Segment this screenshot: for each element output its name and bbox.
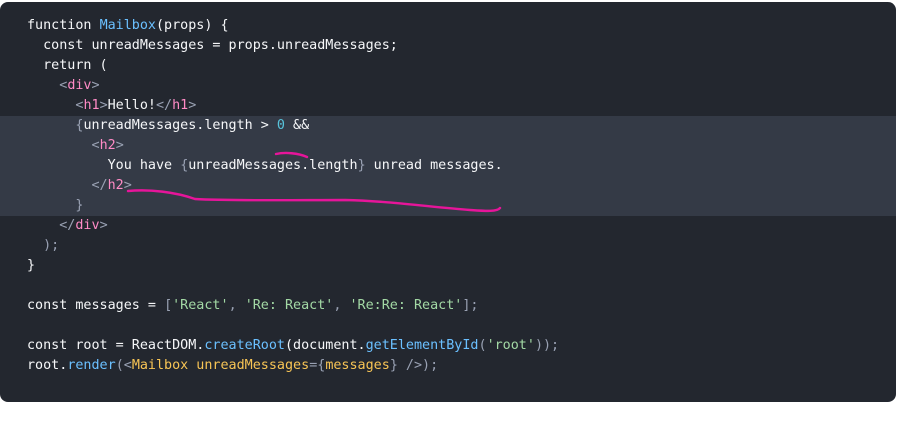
code-token: unreadMessages — [188, 358, 310, 373]
code-token: </ — [156, 98, 173, 113]
code-token: return ( — [27, 58, 108, 73]
highlighted-code-line: {unreadMessages.length > 0 && — [0, 116, 896, 136]
code-token: Hello! — [107, 98, 156, 113]
code-token: , — [228, 298, 245, 313]
code-token: ); — [27, 238, 60, 253]
code-block: function Mailbox(props) { const unreadMe… — [0, 16, 896, 376]
code-token: [ — [164, 298, 173, 313]
code-token: } — [27, 258, 36, 273]
code-line: ); — [0, 236, 896, 256]
code-token: const messages = — [27, 298, 165, 313]
code-line: } — [0, 256, 896, 276]
code-token: } — [27, 198, 84, 213]
code-token: < — [27, 78, 68, 93]
code-token: > — [123, 178, 132, 193]
code-token: )); — [534, 338, 560, 353]
code-token: messages — [325, 358, 390, 373]
code-token: > — [188, 98, 197, 113]
code-line: function Mailbox(props) { — [0, 16, 896, 36]
code-token: 'Re:Re: React' — [349, 298, 463, 313]
code-token: (document. — [285, 338, 366, 353]
highlighted-code-line: </h2> — [0, 176, 896, 196]
code-token: && — [284, 118, 310, 133]
code-token: , — [333, 298, 350, 313]
code-token: unreadMessages.length — [188, 158, 358, 173]
code-token: 'root' — [486, 338, 535, 353]
code-token: ={ — [309, 358, 326, 373]
code-token: Mailbox — [99, 18, 156, 33]
code-token: getElementById — [365, 338, 479, 353]
code-line: return ( — [0, 56, 896, 76]
code-token: createRoot — [204, 338, 285, 353]
code-token: < — [27, 98, 84, 113]
code-panel: function Mailbox(props) { const unreadMe… — [0, 2, 896, 402]
code-token: h2 — [99, 138, 116, 153]
code-token: 0 — [276, 118, 285, 133]
code-token: </ — [27, 178, 108, 193]
code-token: You have — [27, 158, 181, 173]
code-token: } — [357, 158, 366, 173]
code-token: } />); — [389, 358, 439, 373]
code-token: ]; — [462, 298, 479, 313]
code-line: const unreadMessages = props.unreadMessa… — [0, 36, 896, 56]
code-line: <div> — [0, 76, 896, 96]
code-token: h2 — [107, 178, 124, 193]
code-token: > — [99, 98, 108, 113]
code-token: unread messages. — [365, 158, 503, 173]
code-token: h1 — [172, 98, 189, 113]
code-token: < — [27, 138, 100, 153]
highlighted-code-line: } — [0, 196, 896, 216]
code-token: const root = ReactDOM. — [27, 338, 205, 353]
highlighted-code-line: You have {unreadMessages.length} unread … — [0, 156, 896, 176]
code-token: > — [115, 138, 124, 153]
code-line: root.render(<Mailbox unreadMessages={mes… — [0, 356, 896, 376]
code-token: Mailbox — [131, 358, 189, 373]
code-token: 'Re: React' — [244, 298, 334, 313]
code-token: function — [27, 18, 100, 33]
code-line: const messages = ['React', 'Re: React', … — [0, 296, 896, 316]
code-line: </div> — [0, 216, 896, 236]
code-token: > — [99, 218, 108, 233]
code-token: { — [27, 118, 84, 133]
code-token: (props) { — [156, 18, 229, 33]
code-token: root. — [27, 358, 68, 373]
code-line: const root = ReactDOM.createRoot(documen… — [0, 336, 896, 356]
code-token: div — [67, 78, 92, 93]
code-token: h1 — [83, 98, 100, 113]
code-token: render — [67, 358, 116, 373]
code-token: unreadMessages.length > — [83, 118, 277, 133]
code-token: 'React' — [172, 298, 229, 313]
code-token: ( — [478, 338, 487, 353]
code-token: > — [91, 78, 100, 93]
code-token: (< — [115, 358, 132, 373]
code-token: div — [75, 218, 100, 233]
code-line: <h1>Hello!</h1> — [0, 96, 896, 116]
highlighted-code-line: <h2> — [0, 136, 896, 156]
code-token: </ — [27, 218, 76, 233]
code-token: const unreadMessages = props.unreadMessa… — [27, 38, 398, 53]
